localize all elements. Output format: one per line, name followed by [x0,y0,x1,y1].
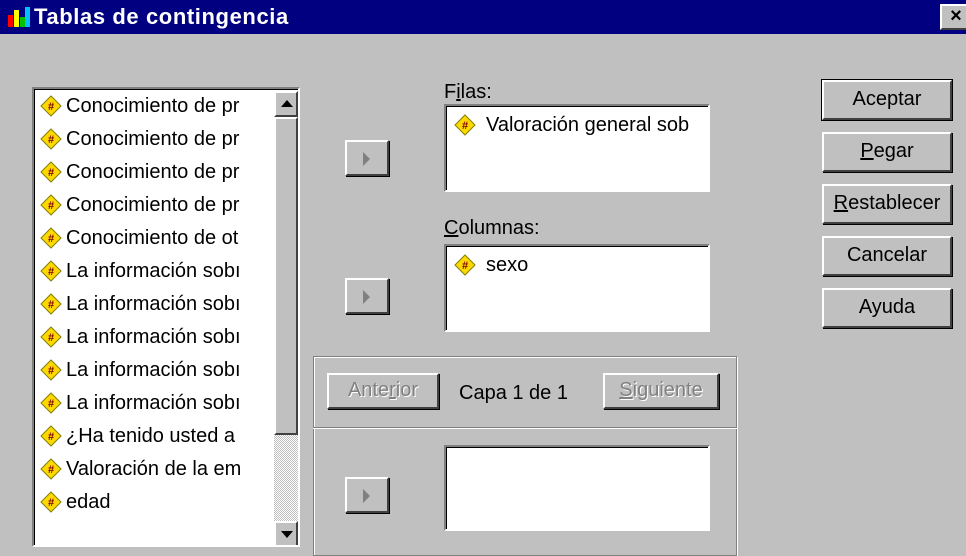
svg-text:#: # [48,332,54,344]
numeric-variable-icon: # [40,194,62,216]
title-bar: Tablas de contingencia [0,0,966,34]
numeric-variable-icon: # [40,425,62,447]
next-layer-button[interactable]: Siguiente [603,373,719,409]
variable-list-item[interactable]: # edad [36,487,272,517]
close-button[interactable]: × [940,4,966,30]
numeric-variable-icon: # [40,326,62,348]
svg-text:#: # [48,101,54,113]
variable-list-item[interactable]: # La información sobı [36,289,272,319]
numeric-variable-icon: # [454,114,476,136]
move-to-layer-button[interactable] [345,477,389,513]
columns-list[interactable]: # sexo [444,244,710,332]
svg-text:#: # [48,266,54,278]
close-icon: × [950,5,962,27]
variable-list-item[interactable]: # ¿Ha tenido usted a [36,421,272,451]
numeric-variable-icon: # [40,128,62,150]
window-title: Tablas de contingencia [34,4,289,29]
variable-list-item[interactable]: # La información sobı [36,355,272,385]
move-to-rows-button[interactable] [345,140,389,176]
numeric-variable-icon: # [40,359,62,381]
paste-button[interactable]: Pegar [822,132,952,172]
variable-list-item[interactable]: # La información sobı [36,322,272,352]
svg-text:#: # [48,365,54,377]
numeric-variable-icon: # [40,293,62,315]
layer-list[interactable] [444,445,710,531]
scroll-up-button[interactable] [274,91,298,117]
numeric-variable-icon: # [40,458,62,480]
previous-layer-button[interactable]: Anterior [327,373,439,409]
variable-list-item[interactable]: # Conocimiento de pr [36,91,272,121]
svg-text:#: # [48,464,54,476]
variable-list-item[interactable]: # Conocimiento de pr [36,157,272,187]
move-to-columns-button[interactable] [345,278,389,314]
variable-list-item[interactable]: # La información sobı [36,388,272,418]
arrow-right-icon [363,152,370,166]
source-variable-list[interactable]: # Conocimiento de pr # Conocimiento de pr # C… [32,87,300,547]
variable-list-item[interactable]: # Valoración de la em [36,454,272,484]
variable-list-item[interactable]: # Conocimiento de pr [36,124,272,154]
svg-text:#: # [48,200,54,212]
rows-list[interactable]: # Valoración general sob [444,104,710,192]
numeric-variable-icon: # [454,254,476,276]
svg-text:#: # [48,233,54,245]
arrow-right-icon [363,290,370,304]
numeric-variable-icon: # [40,95,62,117]
cancel-button[interactable]: Cancelar [822,236,952,276]
columns-label: Columnas: [444,217,540,239]
arrow-up-icon [281,100,293,107]
numeric-variable-icon: # [40,392,62,414]
numeric-variable-icon: # [40,161,62,183]
svg-text:#: # [48,299,54,311]
variable-list-scrollbar[interactable] [274,91,298,545]
svg-text:#: # [48,167,54,179]
svg-text:#: # [462,120,468,132]
layer-status: Capa 1 de 1 [459,382,568,404]
rows-label: Filas: [444,81,492,103]
ok-button[interactable]: Aceptar [821,79,953,121]
variable-list-item[interactable]: # Conocimiento de ot [36,223,272,253]
svg-text:#: # [462,260,468,272]
arrow-down-icon [281,531,293,538]
svg-text:#: # [48,398,54,410]
reset-button[interactable]: Restablecer [822,184,952,224]
variable-list-item[interactable]: # Conocimiento de pr [36,190,272,220]
svg-text:#: # [48,497,54,509]
numeric-variable-icon: # [40,491,62,513]
variable-list-item[interactable]: # La información sobı [36,256,272,286]
svg-text:#: # [48,431,54,443]
scroll-down-button[interactable] [274,521,298,545]
help-button[interactable]: Ayuda [822,288,952,328]
layer-divider [313,427,737,429]
scroll-thumb[interactable] [274,117,298,435]
svg-text:#: # [48,134,54,146]
spss-crosstabs-icon [8,7,30,27]
numeric-variable-icon: # [40,260,62,282]
numeric-variable-icon: # [40,227,62,249]
arrow-right-icon [363,489,370,503]
